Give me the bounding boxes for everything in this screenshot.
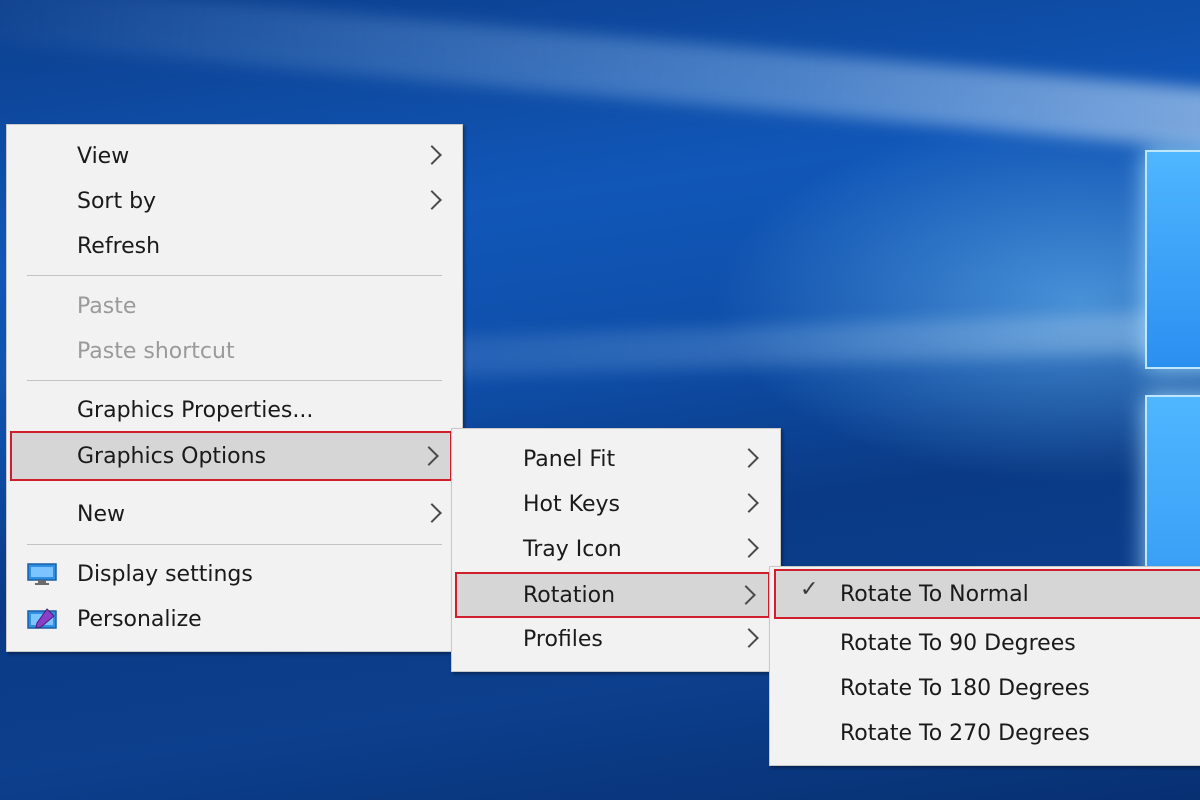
display-settings-icon bbox=[27, 562, 57, 586]
menu-item-new[interactable]: New bbox=[7, 492, 462, 536]
menu-item-label: Paste bbox=[77, 293, 137, 319]
chevron-right-icon bbox=[736, 585, 756, 605]
menu-item-label: Rotation bbox=[523, 582, 616, 608]
chevron-right-icon bbox=[739, 493, 759, 513]
menu-item-label: New bbox=[77, 501, 125, 527]
menu-item-label: Rotate To Normal bbox=[840, 581, 1029, 607]
menu-item-label: Paste shortcut bbox=[77, 338, 235, 364]
menu-separator bbox=[27, 275, 442, 276]
menu-item-label: Sort by bbox=[77, 188, 157, 214]
rotation-submenu: ✓ Rotate To Normal Rotate To 90 Degrees … bbox=[769, 566, 1200, 766]
menu-item-graphics-properties[interactable]: Graphics Properties... bbox=[7, 388, 462, 432]
menu-item-view[interactable]: View bbox=[7, 134, 462, 178]
menu-item-personalize[interactable]: Personalize bbox=[7, 597, 462, 641]
menu-item-sort-by[interactable]: Sort by bbox=[7, 179, 462, 223]
menu-item-label: Personalize bbox=[77, 606, 202, 632]
chevron-right-icon bbox=[739, 628, 759, 648]
menu-item-graphics-options[interactable]: Graphics Options bbox=[10, 431, 452, 481]
chevron-right-icon bbox=[422, 503, 442, 523]
menu-item-hot-keys[interactable]: Hot Keys bbox=[452, 482, 780, 526]
menu-item-display-settings[interactable]: Display settings bbox=[7, 552, 462, 596]
chevron-right-icon bbox=[422, 145, 442, 165]
menu-item-label: Graphics Options bbox=[77, 443, 267, 469]
menu-item-label: Graphics Properties... bbox=[77, 397, 314, 423]
menu-separator bbox=[27, 380, 442, 381]
graphics-options-submenu: Panel Fit Hot Keys Tray Icon Rotation Pr… bbox=[451, 428, 781, 672]
menu-item-paste: Paste bbox=[7, 284, 462, 328]
menu-separator bbox=[27, 544, 442, 545]
menu-item-label: Rotate To 180 Degrees bbox=[840, 675, 1090, 701]
menu-item-label: Profiles bbox=[523, 626, 603, 652]
menu-item-label: View bbox=[77, 143, 130, 169]
menu-item-rotate-to-90[interactable]: Rotate To 90 Degrees bbox=[770, 621, 1200, 665]
menu-item-panel-fit[interactable]: Panel Fit bbox=[452, 437, 780, 481]
windows-logo-pane-top bbox=[1145, 150, 1200, 369]
menu-item-rotate-to-normal[interactable]: ✓ Rotate To Normal bbox=[774, 569, 1200, 619]
menu-item-rotate-to-270[interactable]: Rotate To 270 Degrees bbox=[770, 711, 1200, 755]
menu-item-refresh[interactable]: Refresh bbox=[7, 224, 462, 268]
menu-item-label: Hot Keys bbox=[523, 491, 620, 517]
menu-item-label: Refresh bbox=[77, 233, 161, 259]
menu-item-paste-shortcut: Paste shortcut bbox=[7, 329, 462, 373]
menu-item-label: Tray Icon bbox=[523, 536, 622, 562]
menu-item-label: Rotate To 90 Degrees bbox=[840, 630, 1076, 656]
menu-item-profiles[interactable]: Profiles bbox=[452, 617, 780, 661]
checkmark-icon: ✓ bbox=[800, 577, 819, 602]
chevron-right-icon bbox=[739, 448, 759, 468]
menu-item-label: Rotate To 270 Degrees bbox=[840, 720, 1090, 746]
menu-item-rotate-to-180[interactable]: Rotate To 180 Degrees bbox=[770, 666, 1200, 710]
personalize-icon bbox=[27, 607, 57, 631]
chevron-right-icon bbox=[739, 538, 759, 558]
chevron-right-icon bbox=[419, 446, 439, 466]
chevron-right-icon bbox=[422, 190, 442, 210]
menu-item-label: Display settings bbox=[77, 561, 253, 587]
menu-item-tray-icon[interactable]: Tray Icon bbox=[452, 527, 780, 571]
menu-item-label: Panel Fit bbox=[523, 446, 616, 472]
desktop-context-menu: View Sort by Refresh Paste Paste shortcu… bbox=[6, 124, 463, 652]
menu-item-rotation[interactable]: Rotation bbox=[455, 572, 770, 618]
